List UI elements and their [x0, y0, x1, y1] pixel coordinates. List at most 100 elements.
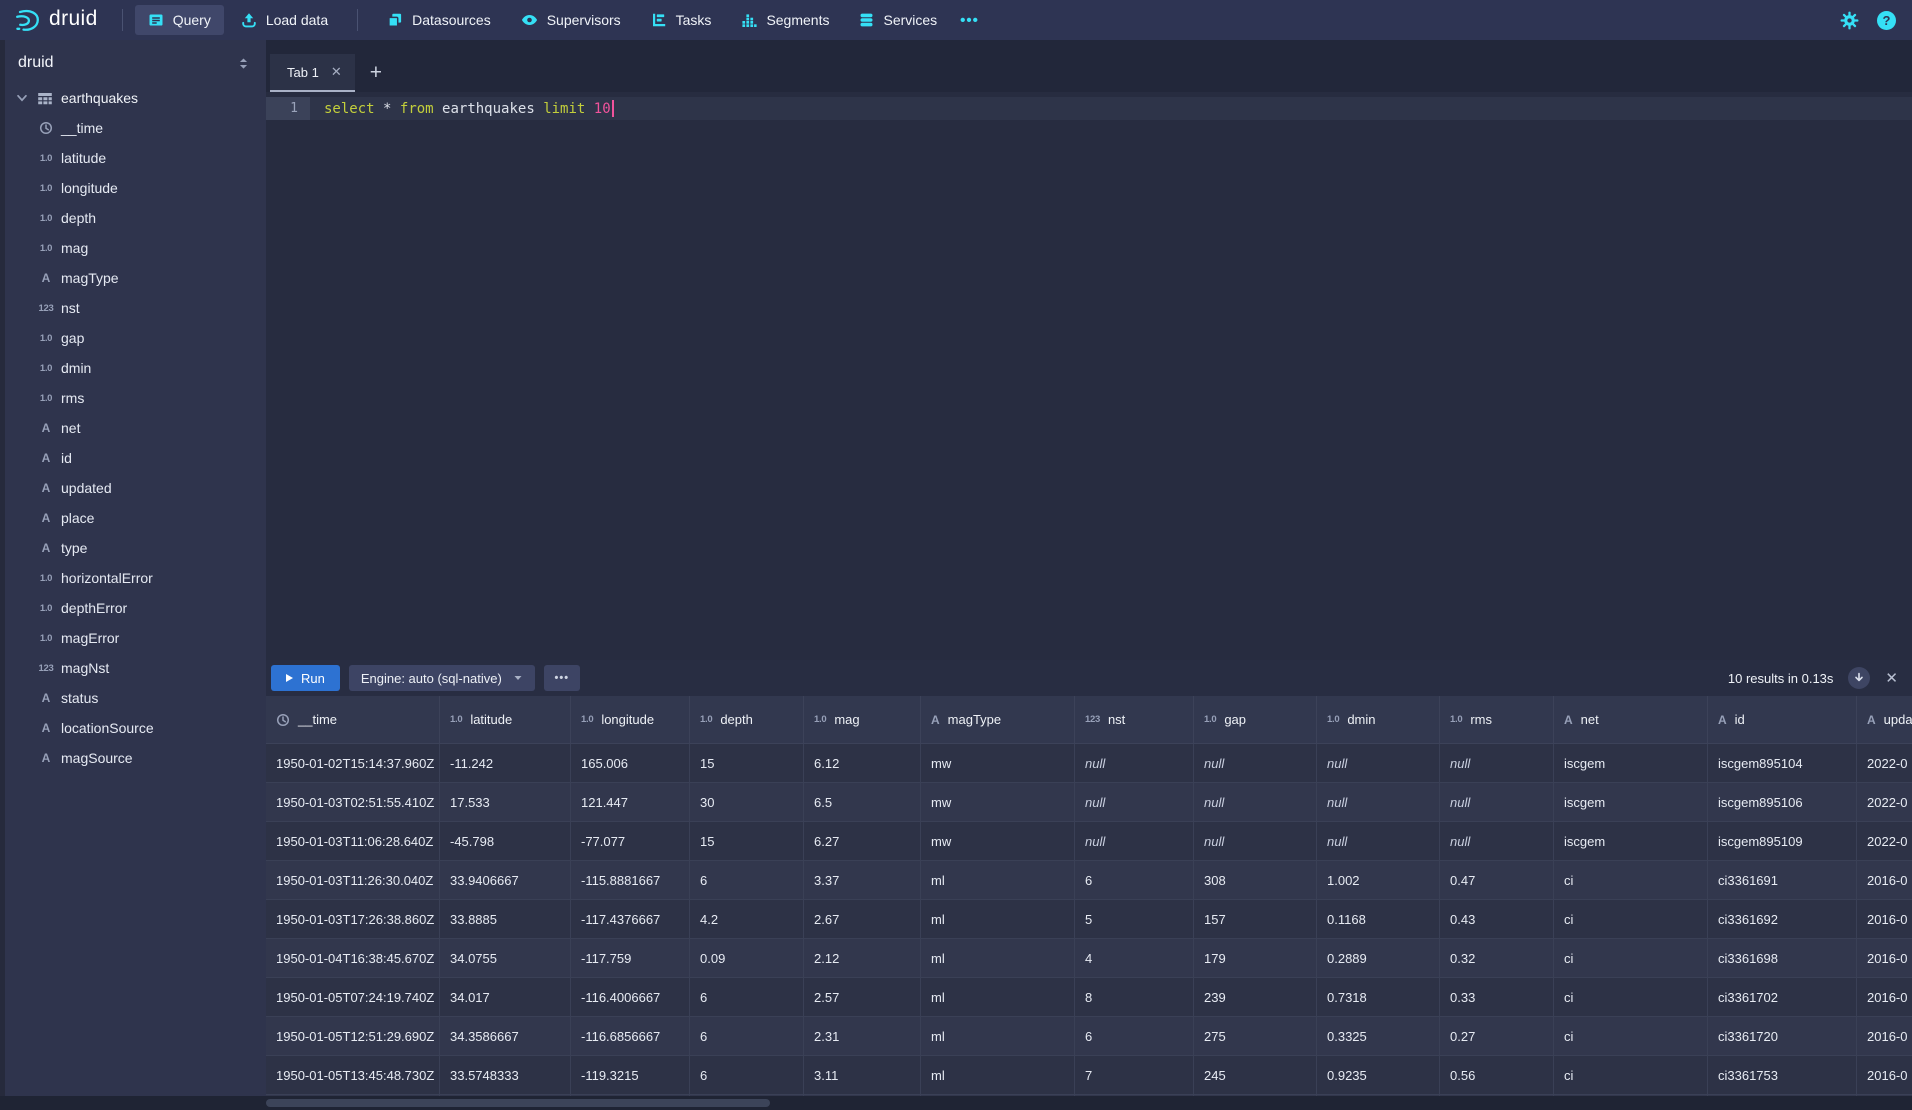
table-cell-net[interactable]: ci [1554, 1017, 1708, 1055]
add-tab-icon[interactable]: + [370, 54, 382, 92]
table-cell-__time[interactable]: 1950-01-05T13:45:48.730Z [266, 1056, 440, 1094]
table-cell-rms[interactable]: 0.56 [1440, 1056, 1554, 1094]
table-cell-longitude[interactable]: -77.077 [571, 822, 690, 860]
table-cell-depth[interactable]: 0.09 [690, 939, 804, 977]
sql-code-line[interactable]: select * from earthquakes limit 10 [310, 97, 1912, 120]
close-results-icon[interactable]: ✕ [1885, 669, 1898, 687]
sidebar-column-net[interactable]: Anet [5, 413, 266, 443]
table-cell-latitude[interactable]: 33.9406667 [440, 861, 571, 899]
table-cell-__time[interactable]: 1950-01-02T15:14:37.960Z [266, 744, 440, 782]
table-cell-__time[interactable]: 1950-01-05T12:51:29.690Z [266, 1017, 440, 1055]
navbar-more-icon[interactable]: ••• [950, 6, 989, 35]
table-cell-nst[interactable]: 7 [1075, 1056, 1194, 1094]
table-cell-latitude[interactable]: 33.5748333 [440, 1056, 571, 1094]
table-cell-magType[interactable]: mw [921, 822, 1075, 860]
table-cell-depth[interactable]: 6 [690, 861, 804, 899]
column-header-mag[interactable]: 1.0mag [804, 696, 921, 743]
table-cell-nst[interactable]: 4 [1075, 939, 1194, 977]
table-cell-net[interactable]: ci [1554, 939, 1708, 977]
table-cell-longitude[interactable]: -117.759 [571, 939, 690, 977]
sidebar-column-magError[interactable]: 1.0magError [5, 623, 266, 653]
table-cell-gap[interactable]: null [1194, 783, 1317, 821]
table-cell-id[interactable]: ci3361692 [1708, 900, 1857, 938]
table-cell-magType[interactable]: mw [921, 744, 1075, 782]
table-cell-id[interactable]: iscgem895109 [1708, 822, 1857, 860]
table-cell-mag[interactable]: 2.31 [804, 1017, 921, 1055]
column-header-dmin[interactable]: 1.0dmin [1317, 696, 1440, 743]
query-more-button[interactable]: ••• [544, 665, 580, 691]
table-cell-nst[interactable]: 8 [1075, 978, 1194, 1016]
table-cell-magType[interactable]: ml [921, 1017, 1075, 1055]
sql-editor[interactable]: 1 select * from earthquakes limit 10 [266, 92, 1912, 660]
run-button[interactable]: Run [271, 665, 340, 691]
table-cell-dmin[interactable]: null [1317, 783, 1440, 821]
sidebar-column-locationSource[interactable]: AlocationSource [5, 713, 266, 743]
table-cell-dmin[interactable]: 0.1168 [1317, 900, 1440, 938]
tab-close-icon[interactable]: ✕ [331, 64, 342, 80]
table-cell-net[interactable]: iscgem [1554, 822, 1708, 860]
sidebar-column-magType[interactable]: AmagType [5, 263, 266, 293]
table-cell-gap[interactable]: 308 [1194, 861, 1317, 899]
nav-item-segments[interactable]: Segments [728, 5, 842, 35]
table-cell-depth[interactable]: 15 [690, 822, 804, 860]
table-cell-mag[interactable]: 3.37 [804, 861, 921, 899]
table-cell-gap[interactable]: 179 [1194, 939, 1317, 977]
table-cell-updated[interactable]: 2016-0 [1857, 978, 1912, 1016]
table-cell-rms[interactable]: 0.43 [1440, 900, 1554, 938]
table-cell-net[interactable]: ci [1554, 861, 1708, 899]
nav-item-services[interactable]: Services [846, 5, 950, 35]
table-cell-longitude[interactable]: -116.4006667 [571, 978, 690, 1016]
table-cell-updated[interactable]: 2016-0 [1857, 861, 1912, 899]
double-caret-icon[interactable] [236, 56, 251, 71]
table-cell-__time[interactable]: 1950-01-03T02:51:55.410Z [266, 783, 440, 821]
tab-1[interactable]: Tab 1 ✕ [270, 54, 355, 92]
sidebar-column-longitude[interactable]: 1.0longitude [5, 173, 266, 203]
table-cell-rms[interactable]: 0.32 [1440, 939, 1554, 977]
sidebar-column-nst[interactable]: 123nst [5, 293, 266, 323]
table-cell-__time[interactable]: 1950-01-05T07:24:19.740Z [266, 978, 440, 1016]
sidebar-column-mag[interactable]: 1.0mag [5, 233, 266, 263]
sidebar-column-__time[interactable]: __time [5, 113, 266, 143]
schema-name[interactable]: druid [18, 54, 54, 72]
table-cell-gap[interactable]: 245 [1194, 1056, 1317, 1094]
column-header-rms[interactable]: 1.0rms [1440, 696, 1554, 743]
sidebar-column-place[interactable]: Aplace [5, 503, 266, 533]
table-cell-mag[interactable]: 2.57 [804, 978, 921, 1016]
table-cell-depth[interactable]: 6 [690, 1017, 804, 1055]
nav-item-query[interactable]: Query [135, 5, 224, 35]
sidebar-column-magNst[interactable]: 123magNst [5, 653, 266, 683]
table-cell-rms[interactable]: 0.47 [1440, 861, 1554, 899]
sidebar-column-status[interactable]: Astatus [5, 683, 266, 713]
sidebar-column-depth[interactable]: 1.0depth [5, 203, 266, 233]
table-cell-id[interactable]: ci3361698 [1708, 939, 1857, 977]
table-cell-dmin[interactable]: 0.2889 [1317, 939, 1440, 977]
table-cell-__time[interactable]: 1950-01-03T11:26:30.040Z [266, 861, 440, 899]
table-cell-longitude[interactable]: 165.006 [571, 744, 690, 782]
sidebar-column-horizontalError[interactable]: 1.0horizontalError [5, 563, 266, 593]
table-cell-depth[interactable]: 6 [690, 1056, 804, 1094]
table-cell-latitude[interactable]: 33.8885 [440, 900, 571, 938]
column-header-net[interactable]: Anet [1554, 696, 1708, 743]
table-cell-updated[interactable]: 2022-0 [1857, 744, 1912, 782]
table-cell-id[interactable]: iscgem895106 [1708, 783, 1857, 821]
table-cell-updated[interactable]: 2016-0 [1857, 939, 1912, 977]
table-cell-nst[interactable]: null [1075, 783, 1194, 821]
table-cell-__time[interactable]: 1950-01-03T11:06:28.640Z [266, 822, 440, 860]
table-cell-longitude[interactable]: -116.6856667 [571, 1017, 690, 1055]
table-cell-magType[interactable]: ml [921, 1056, 1075, 1094]
table-cell-dmin[interactable]: 1.002 [1317, 861, 1440, 899]
table-cell-gap[interactable]: 157 [1194, 900, 1317, 938]
table-cell-mag[interactable]: 6.5 [804, 783, 921, 821]
table-cell-magType[interactable]: ml [921, 861, 1075, 899]
column-header-magType[interactable]: AmagType [921, 696, 1075, 743]
table-cell-rms[interactable]: null [1440, 783, 1554, 821]
table-cell-updated[interactable]: 2016-0 [1857, 1017, 1912, 1055]
table-cell-rms[interactable]: 0.27 [1440, 1017, 1554, 1055]
table-cell-net[interactable]: iscgem [1554, 783, 1708, 821]
column-header-longitude[interactable]: 1.0longitude [571, 696, 690, 743]
table-cell-gap[interactable]: 275 [1194, 1017, 1317, 1055]
table-cell-mag[interactable]: 2.67 [804, 900, 921, 938]
table-cell-nst[interactable]: null [1075, 822, 1194, 860]
table-cell-depth[interactable]: 4.2 [690, 900, 804, 938]
table-cell-latitude[interactable]: 17.533 [440, 783, 571, 821]
